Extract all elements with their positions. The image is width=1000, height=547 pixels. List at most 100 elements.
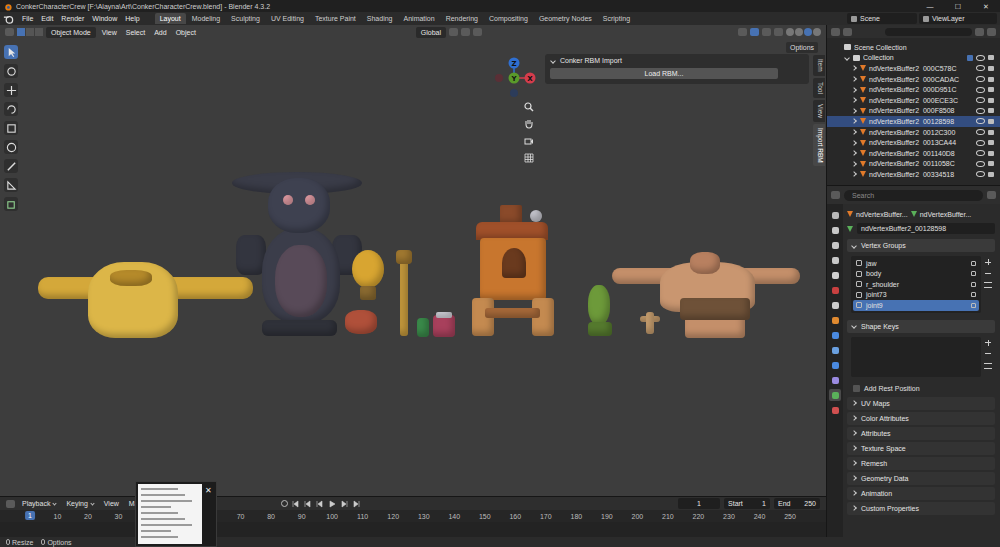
tool-icon[interactable]	[4, 64, 18, 78]
properties-search-field[interactable]: Search	[844, 190, 983, 201]
end-frame-field[interactable]: End250	[774, 498, 820, 509]
eye-icon[interactable]	[976, 55, 985, 61]
remove-icon[interactable]	[984, 350, 992, 358]
properties-tab-icon[interactable]	[829, 374, 841, 386]
snap-icon[interactable]	[461, 28, 470, 36]
pivot-icon[interactable]	[449, 28, 458, 36]
pin-icon[interactable]	[987, 191, 996, 199]
properties-tab-icon[interactable]	[829, 239, 841, 251]
new-collection-icon[interactable]	[987, 28, 996, 36]
options-dropdown[interactable]: Options	[786, 42, 818, 53]
eye-icon[interactable]	[976, 97, 985, 103]
display-mode-icon[interactable]	[843, 28, 852, 36]
transport-icon[interactable]	[292, 500, 300, 508]
side-tab[interactable]: Import RBM	[813, 124, 825, 167]
model-part[interactable]	[262, 320, 337, 336]
model-part[interactable]	[436, 312, 452, 318]
close-button[interactable]: ✕	[205, 487, 212, 544]
vertex-group-item[interactable]: jaw	[853, 258, 979, 269]
select-mode-icon[interactable]	[26, 28, 34, 36]
gizmo-axis[interactable]: Z	[509, 58, 520, 69]
panel-header[interactable]: Shape Keys	[847, 320, 995, 333]
camera-icon[interactable]	[988, 130, 994, 135]
outliner-row[interactable]: ndVertexBuffer2_000CADAC	[827, 74, 1000, 85]
rendered-shading-icon[interactable]	[813, 28, 821, 36]
properties-tab-icon[interactable]	[829, 329, 841, 341]
lock-icon[interactable]	[971, 261, 976, 266]
outliner-row[interactable]: Scene Collection	[827, 42, 1000, 53]
record-icon[interactable]	[281, 500, 288, 507]
workspace-tab[interactable]: Compositing	[484, 13, 533, 24]
camera-icon[interactable]	[988, 161, 994, 166]
model-part[interactable]	[417, 318, 429, 337]
model-part[interactable]	[396, 250, 412, 264]
vertex-group-item[interactable]: r_shoulder	[853, 279, 979, 290]
eye-icon[interactable]	[976, 129, 985, 135]
panel-header[interactable]: Vertex Groups	[847, 239, 995, 252]
properties-tab-icon[interactable]	[829, 269, 841, 281]
select-mode-icon[interactable]	[35, 28, 43, 36]
camera-icon[interactable]	[988, 77, 994, 82]
editor-type-icon[interactable]	[5, 28, 14, 36]
exclude-checkbox[interactable]	[967, 55, 973, 61]
properties-tab-icon[interactable]	[829, 284, 841, 296]
workspace-tab[interactable]: Texture Paint	[310, 13, 361, 24]
eye-icon[interactable]	[976, 108, 985, 114]
transport-icon[interactable]	[340, 500, 348, 508]
gizmo-toggle-icon[interactable]	[750, 28, 759, 36]
outliner-row[interactable]: ndVertexBuffer2_0013CA44	[827, 137, 1000, 148]
zoom-icon[interactable]	[522, 100, 535, 113]
model-part[interactable]	[305, 195, 315, 205]
menu-item[interactable]: Window	[89, 15, 120, 22]
outliner-row[interactable]: ndVertexBuffer2_000C578C	[827, 63, 1000, 74]
outliner-row[interactable]: ndVertexBuffer2_000ECE3C	[827, 95, 1000, 106]
select-mode-icon[interactable]	[17, 28, 25, 36]
current-frame-field[interactable]: 1	[678, 498, 720, 509]
eye-icon[interactable]	[976, 76, 985, 82]
visibility-icon[interactable]	[738, 28, 747, 36]
vertex-group-item[interactable]: joint73	[853, 290, 979, 301]
mode-dropdown[interactable]: Object Mode	[46, 27, 96, 38]
workspace-tab[interactable]: Scripting	[598, 13, 635, 24]
camera-icon[interactable]	[988, 172, 994, 177]
eye-icon[interactable]	[976, 65, 985, 71]
workspace-tab[interactable]: Rendering	[441, 13, 483, 24]
proportional-icon[interactable]	[473, 28, 482, 36]
lock-icon[interactable]	[971, 271, 976, 276]
side-tab[interactable]: View	[813, 100, 825, 122]
outliner-row[interactable]: ndVertexBuffer2_001140D8	[827, 148, 1000, 159]
tool-icon[interactable]	[4, 45, 18, 59]
model-part[interactable]	[110, 270, 152, 286]
outliner-row[interactable]: ndVertexBuffer2_00334518	[827, 169, 1000, 180]
editor-type-icon[interactable]	[831, 191, 840, 199]
outliner-row[interactable]: Collection	[827, 53, 1000, 64]
workspace-tab[interactable]: UV Editing	[266, 13, 309, 24]
camera-icon[interactable]	[988, 87, 994, 92]
outliner-row[interactable]: ndVertexBuffer2_00128598	[827, 116, 1000, 127]
eye-icon[interactable]	[976, 150, 985, 156]
camera-icon[interactable]	[988, 108, 994, 113]
model-part[interactable]	[680, 298, 750, 320]
shape-key-list[interactable]	[851, 337, 981, 377]
model-part[interactable]	[360, 286, 376, 300]
camera-icon[interactable]	[988, 151, 994, 156]
viewport-menu[interactable]: Select	[123, 29, 148, 36]
timeline-menu[interactable]: Playback	[19, 500, 59, 507]
viewport-menu[interactable]: View	[99, 29, 120, 36]
wireframe-shading-icon[interactable]	[786, 28, 794, 36]
transport-icon[interactable]	[328, 500, 336, 508]
solid-shading-icon[interactable]	[795, 28, 803, 36]
window-control-button[interactable]: —	[916, 3, 944, 10]
properties-tab-icon[interactable]	[829, 314, 841, 326]
add-rest-position-row[interactable]: Add Rest Position	[847, 382, 995, 395]
properties-tab-icon[interactable]	[829, 389, 841, 401]
menu-icon[interactable]	[984, 282, 992, 288]
eye-icon[interactable]	[976, 118, 985, 124]
tool-icon[interactable]	[4, 197, 18, 211]
add-icon[interactable]	[984, 339, 992, 347]
panel-header[interactable]: Texture Space	[847, 442, 995, 455]
outliner-search-field[interactable]	[885, 28, 972, 36]
panel-header[interactable]: Animation	[847, 487, 995, 500]
camera-icon[interactable]	[522, 134, 535, 147]
model-part[interactable]	[502, 248, 526, 278]
